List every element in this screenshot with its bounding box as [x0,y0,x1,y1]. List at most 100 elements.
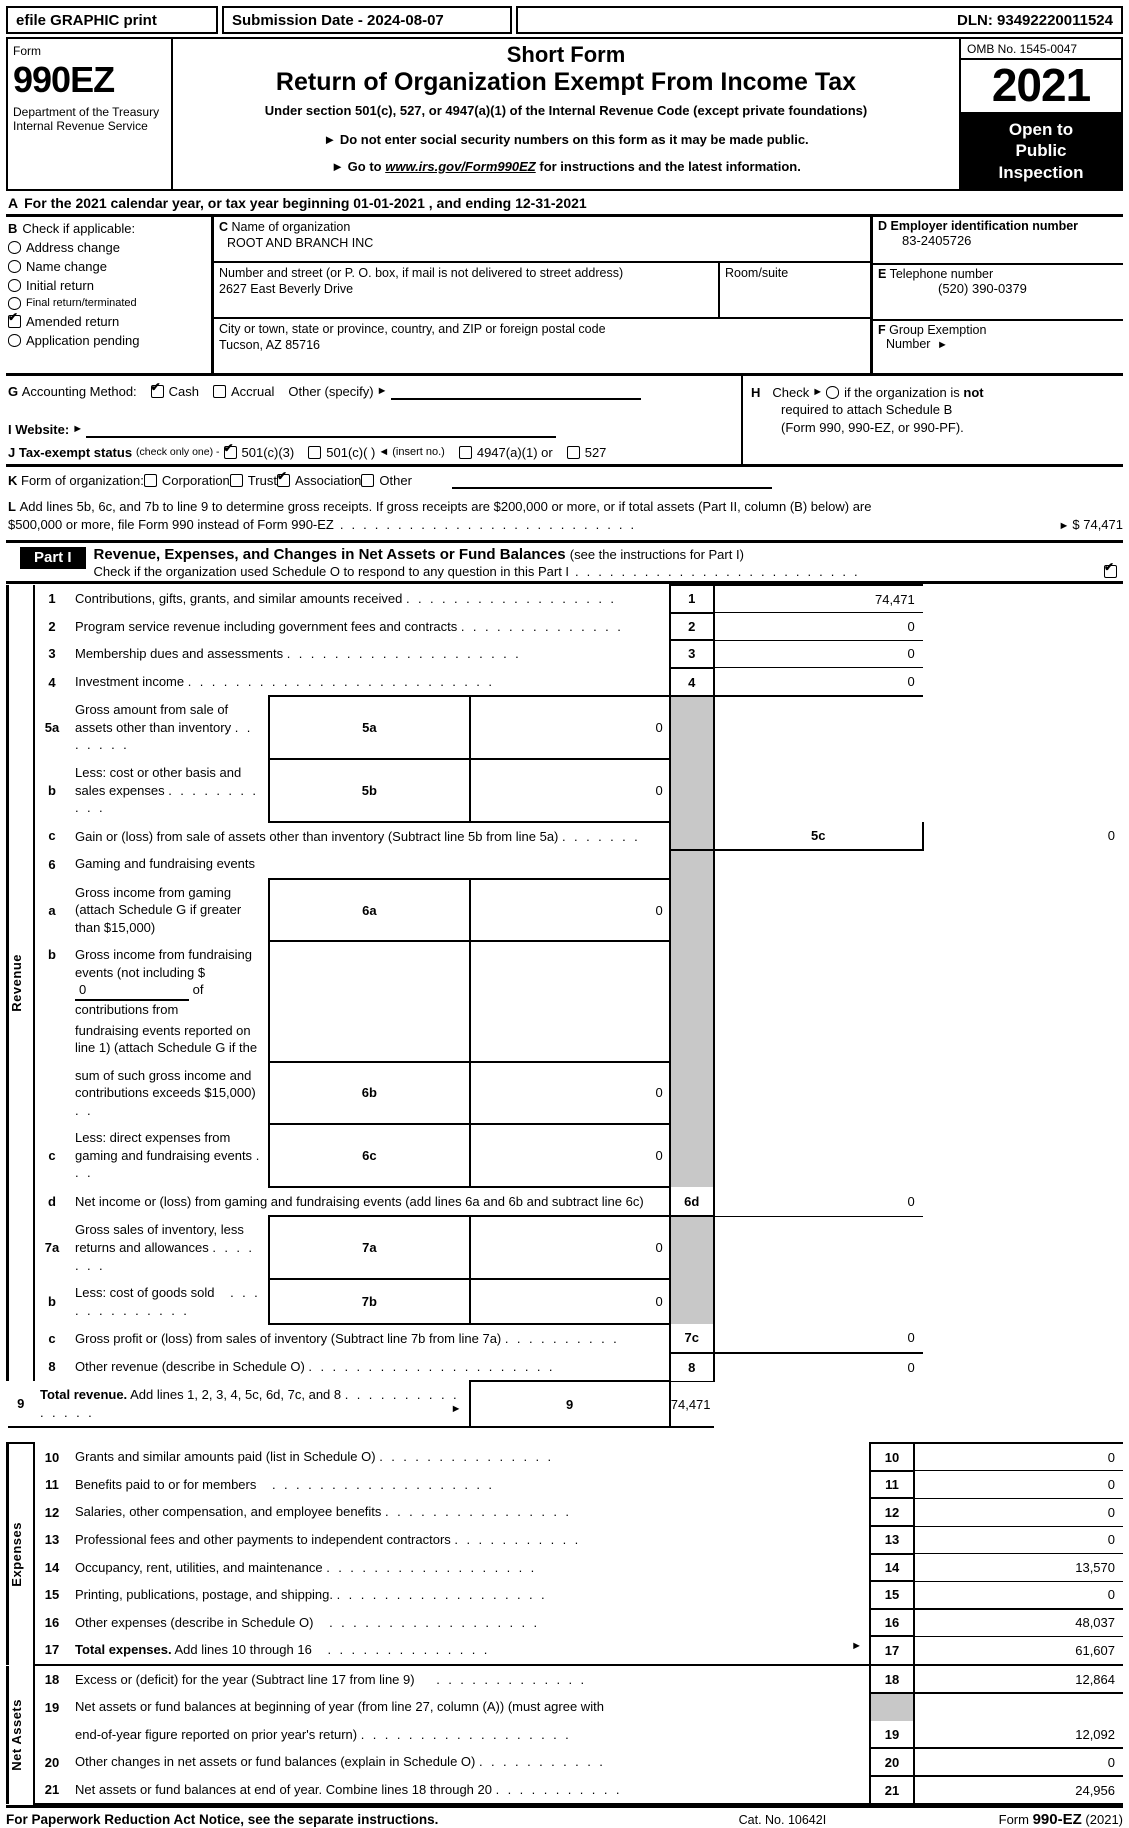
box-value-5c[interactable]: 0 [921,821,1123,851]
form-main-title: Return of Organization Exempt From Incom… [275,68,857,97]
form-label: Form [13,44,41,58]
amended-return-checkbox[interactable] [8,311,21,328]
leader-dots: . . . . . . . . . . . . . . . [379,1449,554,1465]
subbox-value-6a[interactable]: 0 [468,877,670,942]
status-501c3-label: 501(c)(3) [241,444,295,460]
org-association-checkbox[interactable] [276,470,290,488]
box-value-1[interactable]: 74,471 [712,584,923,613]
org-name-caption-text: Name of organization [231,219,351,234]
box-number-10: 10 [869,1442,914,1471]
line-desc-5a: Gross amount from sale of assets other t… [69,696,269,759]
box-value-13[interactable]: 0 [913,1525,1123,1554]
line-number-13: 13 [44,1532,60,1548]
accounting-cash-label: Cash [168,384,200,400]
box-value-17[interactable]: 61,607 [913,1635,1123,1666]
line-desc-16: Other expenses (describe in Schedule O) … [69,1609,870,1637]
checkbox-row-name-change[interactable]: Name change [8,259,211,274]
box-value-9[interactable]: 74,471 [668,1380,714,1429]
table-row: Expenses 10 Grants and similar amounts p… [6,1442,1123,1665]
part-1-title-line: Revenue, Expenses, and Changes in Net As… [94,546,1123,563]
line-desc-6c: Less: direct expenses from gaming and fu… [69,1124,269,1187]
box-h-letter: H [751,384,761,400]
line-desc-text: Other revenue (describe in Schedule O) [75,1358,305,1374]
accounting-accrual-checkbox[interactable] [213,385,227,399]
checkbox-row-final-return[interactable]: Final return/terminated [8,296,211,310]
org-other-checkbox[interactable] [361,474,375,488]
box-g-accounting-method: G Accounting Method: Cash Accrual Other … [8,381,741,400]
final-return-checkbox[interactable] [8,296,21,310]
org-corporation-checkbox[interactable] [143,474,157,488]
subbox-value-6c[interactable]: 0 [468,1123,670,1188]
tax-year: 2021 [961,60,1121,114]
box-value-16[interactable]: 48,037 [913,1607,1123,1637]
line-number-6b: b [48,947,56,963]
subbox-value-6b[interactable]: 0 [468,1060,670,1125]
box-value-20[interactable]: 0 [913,1747,1123,1776]
box-i-label: Website: [15,422,70,438]
line-desc-text: end-of-year figure reported on prior yea… [75,1726,358,1742]
omb-number: OMB No. 1545-0047 [961,39,1121,60]
box-value-11[interactable]: 0 [913,1470,1123,1499]
name-change-checkbox[interactable] [8,259,21,273]
box-value-18[interactable]: 12,864 [913,1665,1123,1694]
org-trust-checkbox[interactable] [229,474,243,488]
status-4947a1-checkbox[interactable] [458,445,472,459]
line-6b-text-line-2: fundraising events reported on line 1) (… [75,1022,258,1056]
triangle-bullet-icon: ► [323,131,337,147]
application-pending-checkbox[interactable] [8,333,21,347]
status-501c3-checkbox[interactable] [223,442,237,459]
leader-dots: . . . . . . . . . . . . . . . . . . . . [286,646,522,662]
initial-return-checkbox[interactable] [8,278,21,292]
org-other-input[interactable] [451,473,772,489]
status-527-checkbox[interactable] [566,445,580,459]
line-desc-text: Investment income [75,673,185,689]
table-row: 20 Other changes in net assets or fund b… [8,1747,1123,1776]
line-a-text: For the 2021 calendar year, or tax year … [24,194,587,211]
schedule-o-text: Check if the organization used Schedule … [93,564,570,580]
accounting-cash-checkbox[interactable] [150,381,164,399]
box-k-form-of-organization: K Form of organization: Corporation Trus… [6,467,1123,494]
website-input[interactable] [86,422,557,438]
status-501c-other-checkbox[interactable] [308,445,322,459]
box-value-2[interactable]: 0 [712,612,923,641]
checkbox-row-application-pending[interactable]: Application pending [8,333,211,348]
accounting-other-input[interactable] [390,384,641,400]
subbox-value-5a[interactable]: 0 [468,695,670,759]
box-value-12[interactable]: 0 [913,1497,1123,1526]
checkbox-row-amended-return[interactable]: Amended return [8,311,211,329]
irs-form990ez-link[interactable]: www.irs.gov/Form990EZ [385,159,536,174]
line-number-2: 2 [48,618,56,634]
box-value-19[interactable]: 12,092 [913,1720,1123,1749]
box-value-3[interactable]: 0 [712,639,923,668]
box-value-6d[interactable]: 0 [712,1186,923,1217]
schedule-b-not-required-checkbox[interactable] [826,386,840,400]
fundraising-contributions-input[interactable]: 0 [75,981,189,1001]
line-desc-text: Other expenses (describe in Schedule O) [75,1614,314,1630]
box-value-10[interactable]: 0 [913,1442,1123,1471]
line-6b-text-line-1: Gross income from fundraising events (no… [75,946,264,1018]
inspection-text: Inspection [998,162,1084,182]
subbox-value-5b[interactable]: 0 [468,757,670,823]
box-value-7c[interactable]: 0 [712,1324,923,1353]
box-value-15[interactable]: 0 [913,1580,1123,1609]
leader-dots: . . . . . . . . . . . . . . . . [385,1504,572,1520]
line-desc-17: Total expenses. Add lines 10 through 16 … [69,1636,870,1666]
box-number-13: 13 [869,1525,914,1554]
subbox-value-7a[interactable]: 0 [468,1215,670,1280]
line-desc-6d: Net income or (loss) from gaming and fun… [75,1193,644,1209]
revenue-table: Revenue 1 Contributions, gifts, grants, … [6,584,1123,1429]
line-number-9: 9 [7,1381,34,1429]
leader-dots: . . . . . . . . . . . . . . [315,1642,490,1658]
checkbox-row-initial-return[interactable]: Initial return [8,278,211,293]
checkbox-row-address-change[interactable]: Address change [8,240,211,255]
box-value-4[interactable]: 0 [712,667,923,697]
box-value-8[interactable]: 0 [712,1351,923,1382]
address-change-checkbox[interactable] [8,240,21,254]
subbox-value-7b[interactable]: 0 [468,1278,670,1326]
box-value-14[interactable]: 13,570 [913,1553,1123,1582]
masthead-right: OMB No. 1545-0047 2021 Open to Public In… [961,39,1121,189]
box-value-21[interactable]: 24,956 [913,1774,1123,1806]
line-desc-text: Net assets or fund balances at end of ye… [75,1781,492,1797]
schedule-o-checkbox[interactable] [1104,561,1117,579]
box-number-19: 19 [869,1720,914,1749]
